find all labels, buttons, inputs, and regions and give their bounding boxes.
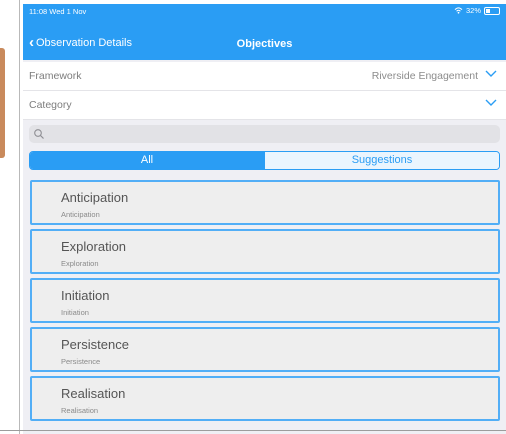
page-title: Objectives: [236, 38, 293, 50]
segmented-control: All Suggestions: [29, 151, 500, 170]
framework-row[interactable]: Framework Riverside Engagement: [23, 62, 506, 91]
segment-all[interactable]: All: [30, 152, 264, 169]
objective-item[interactable]: Anticipation Anticipation: [30, 180, 500, 225]
wifi-icon: [454, 7, 463, 14]
background-app-edge: [0, 0, 22, 434]
battery-percent: 32%: [465, 6, 481, 15]
objective-title: Initiation: [61, 288, 110, 303]
segment-suggestions[interactable]: Suggestions: [264, 152, 499, 169]
background-app-strip: [0, 48, 5, 158]
device-frame-edge: [19, 0, 20, 434]
chevron-down-icon: [485, 99, 497, 106]
objectives-screen: 11:08 Wed 1 Nov 32% ‹ Observation Detail…: [23, 4, 506, 434]
objectives-list: Anticipation Anticipation Exploration Explo…: [30, 180, 500, 425]
objective-subtitle: Anticipation: [61, 210, 100, 219]
objective-subtitle: Realisation: [61, 406, 99, 415]
objective-title: Realisation: [61, 386, 126, 401]
objective-title: Exploration: [61, 239, 127, 254]
category-row[interactable]: Category: [23, 91, 506, 120]
search-input[interactable]: [29, 125, 500, 143]
status-time: 11:08 Wed 1 Nov: [29, 7, 87, 16]
chevron-down-icon: [485, 70, 497, 77]
objective-item[interactable]: Exploration Exploration: [30, 229, 500, 274]
framework-label: Framework: [29, 70, 82, 82]
objective-title: Anticipation: [61, 190, 129, 205]
objective-subtitle: Initiation: [61, 308, 89, 317]
battery-icon: [484, 6, 500, 15]
category-label: Category: [29, 99, 72, 111]
search-icon: [34, 129, 44, 139]
objective-item[interactable]: Realisation Realisation: [30, 376, 500, 421]
framework-value: Riverside Engagement: [371, 70, 478, 82]
nav-bar: 11:08 Wed 1 Nov 32% ‹ Observation Detail…: [23, 4, 506, 60]
objective-item[interactable]: Persistence Persistence: [30, 327, 500, 372]
bottom-divider: [0, 430, 506, 431]
objective-item[interactable]: Initiation Initiation: [30, 278, 500, 323]
objective-subtitle: Exploration: [61, 259, 99, 268]
objective-title: Persistence: [61, 337, 129, 352]
objective-subtitle: Persistence: [61, 357, 101, 366]
status-indicators: 32%: [454, 6, 500, 15]
